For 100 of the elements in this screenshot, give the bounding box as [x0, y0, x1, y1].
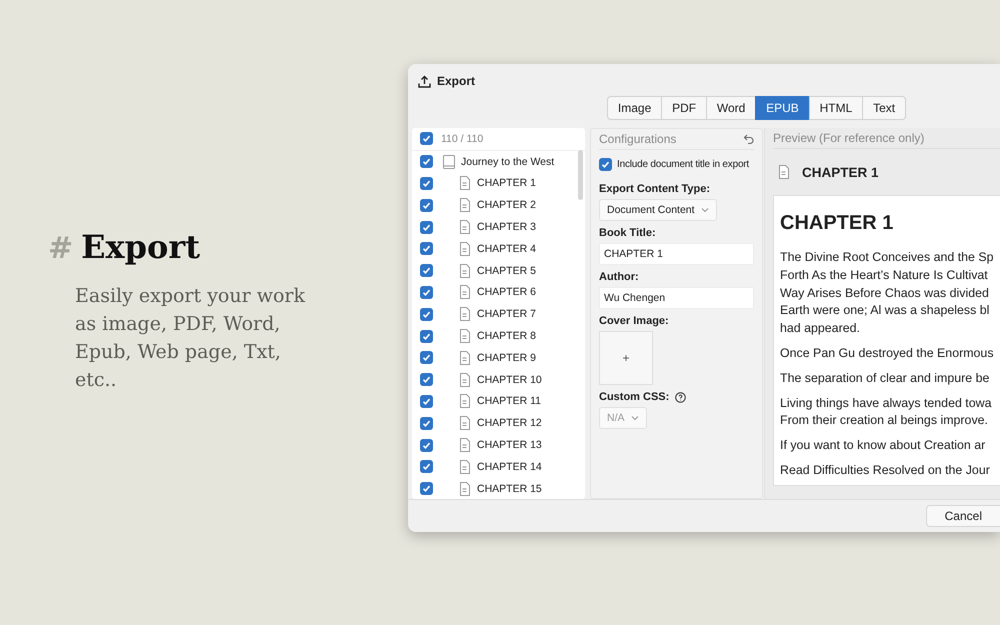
scrollbar[interactable] — [578, 150, 583, 200]
tree-item[interactable]: CHAPTER 3 — [477, 221, 536, 234]
preview-text-line: Read Difficulties Resolved on the Jour — [780, 462, 991, 479]
tree-item[interactable]: CHAPTER 8 — [477, 330, 536, 342]
checkmark-icon — [422, 244, 431, 254]
tree-item[interactable]: CHAPTER 9 — [477, 352, 536, 364]
document-icon — [459, 242, 471, 256]
document-icon — [459, 394, 471, 408]
preview-text-line: Once Pan Gu destroyed the Enormous — [780, 344, 995, 362]
book-icon — [443, 154, 455, 169]
tree-item[interactable]: CHAPTER 11 — [477, 395, 541, 408]
checkbox[interactable] — [420, 264, 433, 278]
checkbox[interactable] — [420, 308, 433, 321]
document-title: CHAPTER 1 — [802, 164, 879, 180]
preview-text-line: Way Arises Before Chaos was divided — [780, 284, 990, 302]
field-label: Export Content Type: — [599, 183, 710, 195]
document-icon — [459, 264, 471, 278]
field-label: Author: — [599, 271, 639, 283]
preview-text-line: Living things have always tended towa — [780, 394, 992, 412]
checkbox[interactable] — [420, 176, 433, 190]
tree-item[interactable]: CHAPTER 1 — [477, 177, 536, 190]
panel-title: Preview (For reference only) — [773, 128, 1000, 149]
format-tab[interactable]: Image — [607, 96, 662, 120]
checkmark-icon — [422, 484, 431, 494]
checkbox[interactable] — [420, 482, 433, 496]
document-icon — [459, 372, 471, 387]
preview-text-line: Forth As the Heart’s Nature Is Cultivat — [780, 266, 989, 284]
format-tab[interactable]: Word — [706, 96, 756, 120]
checkmark-icon — [422, 134, 431, 144]
preview-text-line: The Divine Root Conceives and the Sp — [780, 249, 995, 266]
checkbox[interactable] — [420, 330, 433, 343]
checkbox[interactable] — [420, 242, 433, 256]
checkmark-icon — [422, 222, 431, 232]
document-icon — [459, 285, 471, 300]
checkmark-icon — [422, 440, 431, 450]
format-tab[interactable]: HTML — [808, 96, 864, 120]
document-icon — [459, 416, 471, 430]
checkmark-icon — [422, 310, 431, 319]
tree-item[interactable]: CHAPTER 2 — [477, 199, 536, 212]
document-icon — [459, 176, 471, 190]
promo-title: Export — [81, 228, 200, 266]
checkmark-icon — [422, 157, 431, 166]
tree-item[interactable]: CHAPTER 4 — [477, 242, 536, 255]
checkmark-icon — [422, 418, 431, 428]
checkbox[interactable] — [599, 158, 612, 171]
checkbox[interactable] — [420, 373, 433, 386]
tree-item[interactable]: CHAPTER 15 — [477, 482, 542, 495]
preview-text-line: If you want to know about Creation ar — [780, 437, 986, 454]
hash-mark: # — [48, 231, 74, 266]
checkbox[interactable] — [420, 438, 433, 452]
document-icon — [459, 220, 471, 234]
checkbox[interactable] — [420, 220, 433, 234]
cover-image-upload[interactable]: + — [599, 331, 653, 385]
checkmark-icon — [422, 288, 431, 297]
document-icon — [459, 350, 471, 365]
preview-text-line: From their creation al beings improve. — [780, 412, 989, 430]
checkmark-icon — [601, 160, 610, 169]
checkbox[interactable] — [420, 198, 433, 212]
checkmark-icon — [422, 266, 431, 276]
format-tab[interactable]: EPUB — [755, 96, 810, 120]
checkbox[interactable] — [420, 416, 433, 430]
format-tab[interactable]: PDF — [661, 96, 707, 120]
tree-item[interactable]: CHAPTER 12 — [477, 417, 542, 430]
text-field[interactable]: Wu Chengen — [599, 287, 754, 309]
dropdown[interactable]: Document Content — [599, 199, 717, 221]
checkbox[interactable] — [420, 286, 433, 299]
checkbox[interactable] — [420, 155, 433, 168]
chevron-down-icon — [700, 207, 709, 213]
checkmark-icon — [422, 332, 431, 341]
checkmark-icon — [422, 396, 431, 406]
tree-item[interactable]: CHAPTER 5 — [477, 264, 536, 277]
checkbox[interactable] — [420, 132, 433, 146]
tree-item[interactable]: CHAPTER 14 — [477, 460, 542, 473]
document-icon — [459, 329, 471, 344]
undo-icon — [743, 134, 754, 144]
checkbox[interactable] — [420, 460, 433, 474]
cancel-button[interactable]: Cancel — [926, 505, 1000, 527]
document-icon — [459, 438, 471, 452]
tree-item[interactable]: CHAPTER 13 — [477, 439, 542, 452]
text-field[interactable]: CHAPTER 1 — [599, 243, 754, 265]
field-label: Custom CSS: — [599, 391, 670, 403]
checkmark-icon — [422, 353, 431, 362]
promo-text: Easily export your work as image, PDF, Word, Epub, Web page, Txt, etc.. — [75, 284, 306, 393]
checkbox[interactable] — [420, 394, 433, 408]
preview-heading: CHAPTER 1 — [780, 212, 894, 235]
checkmark-icon — [422, 178, 431, 188]
preview-text-line: The separation of clear and impure be — [780, 370, 990, 387]
checkmark-icon — [422, 375, 431, 384]
tree-item[interactable]: CHAPTER 7 — [477, 308, 536, 320]
document-icon — [778, 165, 790, 179]
tree-item[interactable]: CHAPTER 10 — [477, 374, 542, 386]
document-icon — [459, 482, 471, 496]
chevron-down-icon — [630, 415, 639, 421]
tree-item[interactable]: Journey to the West — [461, 156, 554, 168]
field-label: Cover Image: — [599, 315, 669, 327]
checkbox[interactable] — [420, 351, 433, 364]
format-tab[interactable]: Text — [862, 96, 906, 120]
upload-icon — [418, 74, 431, 88]
checkmark-icon — [422, 462, 431, 472]
tree-item[interactable]: CHAPTER 6 — [477, 286, 536, 298]
